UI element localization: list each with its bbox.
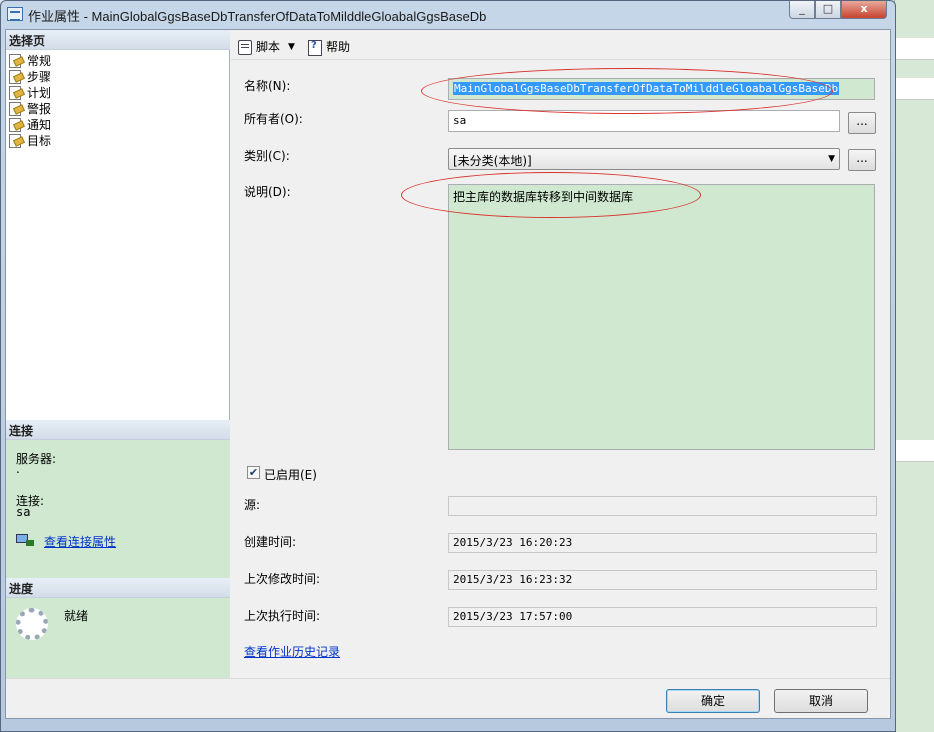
annotation-ellipse-description xyxy=(401,172,701,218)
server-label: 服务器: xyxy=(16,452,57,466)
nav-item-label: 计划 xyxy=(27,85,52,100)
server-value: . xyxy=(16,462,20,476)
nav-item-general[interactable]: 常规 xyxy=(8,52,51,68)
script-icon xyxy=(237,39,253,55)
page-icon xyxy=(8,117,23,132)
background-window xyxy=(894,0,934,732)
nav-item-label: 常规 xyxy=(27,53,52,68)
category-label: 类别(C): xyxy=(244,149,290,163)
page-icon xyxy=(8,69,23,84)
background-strip xyxy=(895,440,934,462)
nav-item-label: 警报 xyxy=(27,101,52,116)
page-list: 常规 步骤 计划 警报 通知 目标 xyxy=(8,52,51,148)
title-bar[interactable]: 作业属性 - MainGlobalGgsBaseDbTransferOfData… xyxy=(1,1,895,27)
created-field[interactable]: 2015/3/23 16:20:23 xyxy=(448,533,877,553)
category-browse-button[interactable]: ... xyxy=(848,149,876,171)
window-title: 作业属性 - MainGlobalGgsBaseDbTransferOfData… xyxy=(28,9,487,24)
page-icon xyxy=(8,133,23,148)
help-button[interactable]: 帮助 xyxy=(307,38,351,56)
nav-item-steps[interactable]: 步骤 xyxy=(8,68,51,84)
owner-label: 所有者(O): xyxy=(244,112,303,126)
progress-header: 进度 xyxy=(6,578,230,598)
progress-spinner-icon xyxy=(16,608,48,640)
modified-label: 上次修改时间: xyxy=(244,572,321,586)
window-icon xyxy=(7,7,23,21)
nav-item-schedules[interactable]: 计划 xyxy=(8,84,51,100)
ok-button[interactable]: 确定 xyxy=(666,689,760,713)
toolbar: 脚本 ▼ 帮助 xyxy=(231,30,890,60)
minimize-button[interactable]: _ xyxy=(789,1,815,19)
chevron-down-icon: ▼ xyxy=(828,154,835,164)
enabled-checkbox[interactable]: ✔ xyxy=(247,466,260,479)
close-button[interactable]: x xyxy=(841,1,887,19)
page-icon xyxy=(8,85,23,100)
help-icon xyxy=(307,39,323,56)
category-select[interactable]: [未分类(本地)] ▼ xyxy=(448,148,840,170)
nav-item-label: 通知 xyxy=(27,117,52,132)
general-page: 脚本 ▼ 帮助 名称(N): MainGlobalGgsBaseDbTransf… xyxy=(231,30,890,678)
help-label: 帮助 xyxy=(326,40,351,54)
dialog-footer: 确定 取消 xyxy=(6,678,890,718)
background-strip xyxy=(895,38,934,60)
connection-header: 连接 xyxy=(6,420,230,440)
job-properties-dialog: 作业属性 - MainGlobalGgsBaseDbTransferOfData… xyxy=(0,0,896,732)
script-button[interactable]: 脚本 ▼ xyxy=(237,38,295,55)
page-icon xyxy=(8,101,23,116)
description-label: 说明(D): xyxy=(244,185,291,199)
nav-item-notifications[interactable]: 通知 xyxy=(8,116,51,132)
background-strip xyxy=(895,78,934,100)
nav-item-label: 步骤 xyxy=(27,69,52,84)
nav-item-label: 目标 xyxy=(27,133,52,148)
page-icon xyxy=(8,53,23,68)
view-connection-properties-link[interactable]: 查看连接属性 xyxy=(44,533,116,550)
connection-value: sa xyxy=(16,505,31,519)
modified-field[interactable]: 2015/3/23 16:23:32 xyxy=(448,570,877,590)
source-label: 源: xyxy=(244,498,261,512)
nav-item-alerts[interactable]: 警报 xyxy=(8,100,51,116)
enabled-label[interactable]: 已启用(E) xyxy=(264,466,317,483)
left-pane: 选择页 常规 步骤 计划 警报 通知 目标 连接 服务器: . 连接: sa 查… xyxy=(6,30,230,678)
last-run-label: 上次执行时间: xyxy=(244,609,321,623)
maximize-button[interactable]: □ xyxy=(815,1,841,19)
annotation-ellipse-name xyxy=(421,68,833,114)
description-textarea[interactable]: 把主库的数据库转移到中间数据库 xyxy=(448,184,875,450)
name-label: 名称(N): xyxy=(244,79,291,93)
nav-item-targets[interactable]: 目标 xyxy=(8,132,51,148)
created-label: 创建时间: xyxy=(244,535,297,549)
chevron-down-icon[interactable]: ▼ xyxy=(288,42,295,52)
connection-properties-icon xyxy=(16,534,34,548)
script-label: 脚本 xyxy=(256,40,281,54)
select-page-header: 选择页 xyxy=(6,30,230,50)
progress-status: 就绪 xyxy=(64,609,89,623)
last-run-field[interactable]: 2015/3/23 17:57:00 xyxy=(448,607,877,627)
view-job-history-link[interactable]: 查看作业历史记录 xyxy=(244,643,340,660)
dialog-client: 选择页 常规 步骤 计划 警报 通知 目标 连接 服务器: . 连接: sa 查… xyxy=(5,29,891,719)
category-value: [未分类(本地)] xyxy=(453,154,532,168)
owner-browse-button[interactable]: ... xyxy=(848,112,876,134)
source-field[interactable] xyxy=(448,496,877,516)
cancel-button[interactable]: 取消 xyxy=(774,689,868,713)
